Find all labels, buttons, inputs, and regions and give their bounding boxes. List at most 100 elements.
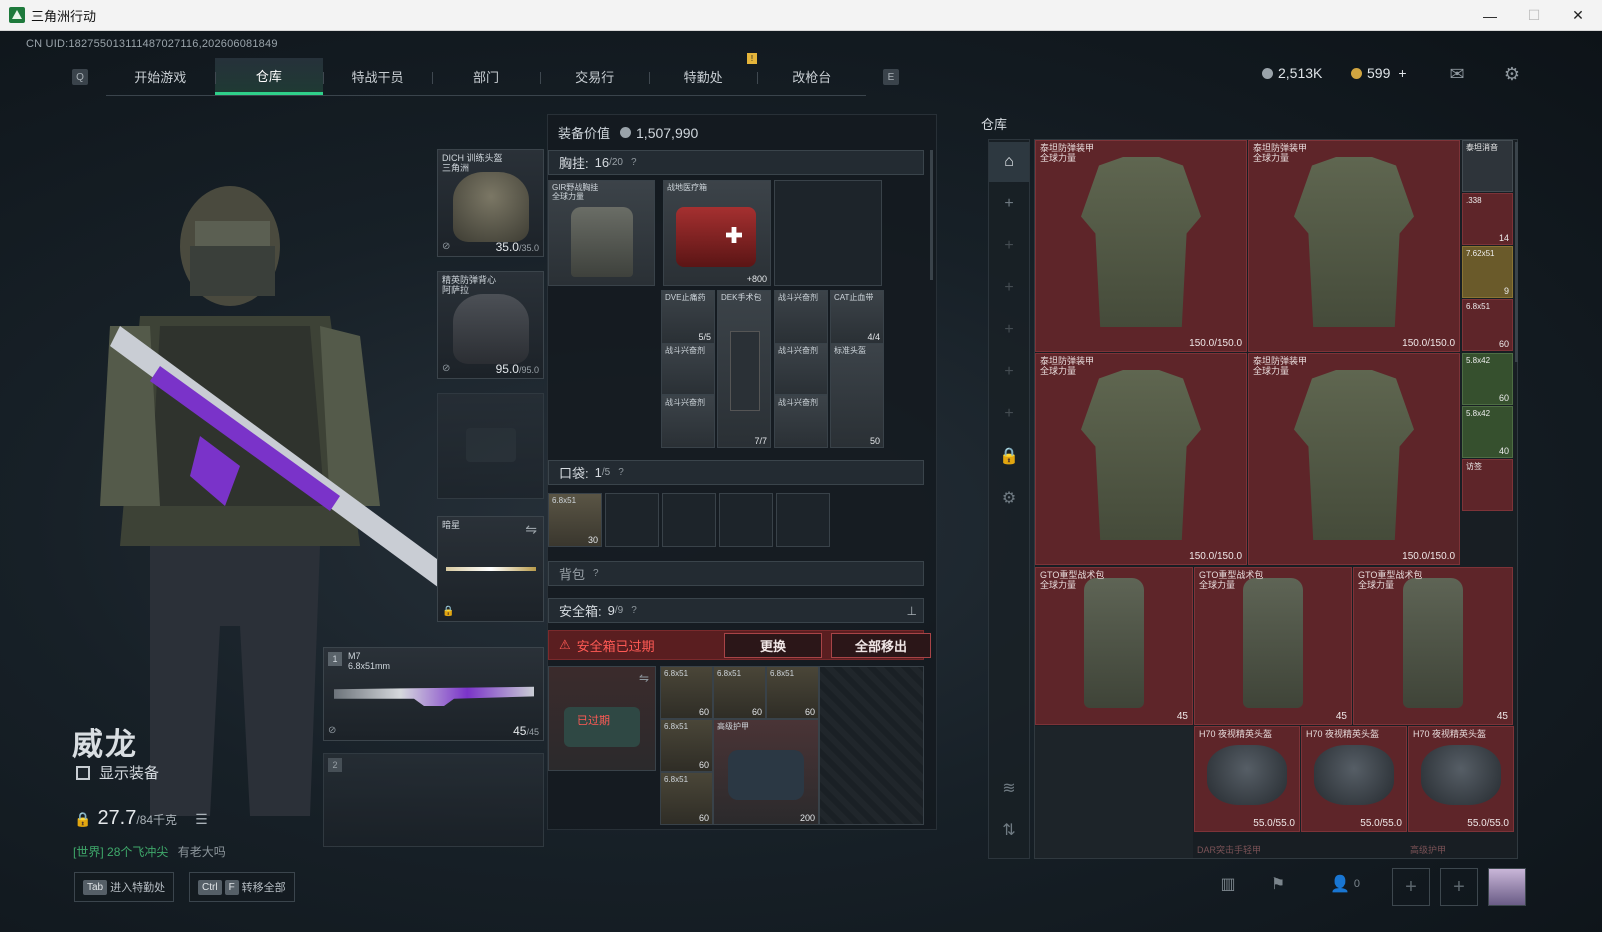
pocket-item[interactable]: 6.8x51 30 [548, 493, 602, 547]
cell-name: 战斗兴奋剂 [778, 398, 818, 407]
m7-rifle-image [334, 686, 534, 706]
tab-warehouse[interactable]: 仓库 [214, 58, 324, 95]
stats-chart-icon[interactable]: ▥ [1212, 868, 1244, 900]
warehouse-item-card[interactable]: 访签 [1462, 459, 1513, 511]
add-page-icon[interactable]: + [989, 352, 1029, 392]
safebox-bag[interactable]: 高级护甲 200 [713, 719, 819, 825]
mail-icon[interactable]: ✉ [1445, 64, 1469, 84]
add-squad-slot[interactable]: + [1440, 868, 1478, 906]
secondary-weapon-slot[interactable]: 2 [323, 753, 544, 847]
gold-currency[interactable]: 599 + [1351, 65, 1407, 81]
rig-cell-stim[interactable]: 战斗兴奋剂 [661, 343, 715, 395]
rig-cell-tourniquet[interactable]: CAT止血带 4/4 [830, 290, 884, 344]
warehouse-item-nvg-helmet[interactable]: H70 夜视精英头盔 55.0/55.0 [1194, 726, 1300, 832]
transfer-all-button[interactable]: Ctrl F 转移全部 [189, 872, 295, 902]
remove-all-button[interactable]: 全部移出 [831, 633, 931, 658]
vest-image [1081, 370, 1201, 540]
warehouse-item-ammo[interactable]: 5.8x42 40 [1462, 406, 1513, 458]
melee-slot[interactable]: 暗星 ⇋ 🔒 [437, 516, 544, 622]
tab-trading[interactable]: 交易行 [540, 58, 649, 95]
primary-weapon-slot[interactable]: 1 M7 6.8x51mm ⊘ 45/45 [323, 647, 544, 741]
layers-icon[interactable]: ≋ [989, 768, 1029, 808]
safebox-ammo[interactable]: 6.8x51 60 [660, 719, 713, 772]
rig-cell-painkiller[interactable]: DVE止痛药 5/5 [661, 290, 715, 344]
pocket-empty-slot[interactable] [776, 493, 830, 547]
rig-cell-helmet[interactable]: 标准头盔 50 [830, 343, 884, 448]
tab-gunsmith[interactable]: 改枪台 [757, 58, 866, 95]
safebox-ammo[interactable]: 6.8x51 60 [660, 666, 713, 719]
add-page-icon[interactable]: + [989, 394, 1029, 434]
tab-operators[interactable]: 特战干员 [323, 58, 432, 95]
pocket-empty-slot[interactable] [719, 493, 773, 547]
lock-icon[interactable]: 🔒 [989, 436, 1029, 476]
close-button[interactable]: ✕ [1556, 0, 1600, 31]
enter-special-ops-button[interactable]: Tab 进入特勤处 [74, 872, 175, 902]
warehouse-item-suppressor[interactable]: 泰坦消音 [1462, 140, 1513, 192]
safebox-ammo[interactable]: 6.8x51 60 [713, 666, 766, 719]
show-gear-toggle[interactable]: 显示装备 [76, 762, 159, 783]
safebox-ammo[interactable]: 6.8x51 60 [766, 666, 819, 719]
tab-start-game[interactable]: 开始游戏 [106, 58, 215, 95]
warehouse-item-armor[interactable]: 泰坦防弹装甲 全球力量 150.0/150.0 [1035, 353, 1247, 565]
warehouse-item-armor[interactable]: 泰坦防弹装甲 全球力量 150.0/150.0 [1248, 353, 1460, 565]
minimize-button[interactable]: — [1468, 0, 1512, 31]
add-page-icon[interactable]: + [989, 184, 1029, 224]
rig-empty-slot[interactable] [774, 180, 882, 286]
loadout-scrollbar[interactable] [930, 150, 933, 280]
swap-icon[interactable]: ⇋ [525, 521, 537, 538]
add-page-icon[interactable]: + [989, 268, 1029, 308]
warehouse-item-backpack[interactable]: GTO重型战术包 全球力量 45 [1035, 567, 1193, 725]
pocket-empty-slot[interactable] [605, 493, 659, 547]
warehouse-item-ammo[interactable]: 5.8x42 60 [1462, 353, 1513, 405]
safebox-container[interactable]: 已过期 ⇋ [548, 666, 656, 771]
add-gold-button[interactable]: + [1398, 65, 1406, 81]
helmet-slot[interactable]: DICH 训练头盔 三角洲 ⊘ 35.0/35.0 [437, 149, 544, 257]
rig-cell-stim[interactable]: 战斗兴奋剂 [774, 395, 828, 448]
rig-item[interactable]: GIR野战胸挂 全球力量 [548, 180, 655, 286]
warehouse-home-icon[interactable]: ⌂ [989, 142, 1029, 182]
pocket-help-icon[interactable]: ? [618, 467, 624, 478]
safebox-help-icon[interactable]: ? [631, 605, 637, 616]
tab-department[interactable]: 部门 [431, 58, 541, 95]
rig-cell-stim[interactable]: 战斗兴奋剂 [774, 290, 828, 344]
armor-slot[interactable]: 精英防弹背心 阿萨拉 ⊘ 95.0/95.0 [437, 271, 544, 379]
show-gear-checkbox[interactable] [76, 765, 90, 780]
warehouse-item-ammo[interactable]: .338 14 [1462, 193, 1513, 245]
sort-icon[interactable]: ⇅ [989, 810, 1029, 850]
settings-gear-icon[interactable]: ⚙ [1500, 64, 1524, 84]
settings-gear-icon[interactable]: ⚙ [989, 478, 1029, 518]
rig-cell-stim[interactable]: 战斗兴奋剂 [661, 395, 715, 448]
pin-icon[interactable]: ⊥ [907, 604, 917, 618]
safebox-ammo[interactable]: 6.8x51 60 [660, 772, 713, 825]
medkit-item[interactable]: 战地医疗箱 +800 [663, 180, 771, 286]
rig-help-icon[interactable]: ? [631, 157, 637, 168]
warehouse-item-nvg-helmet[interactable]: H70 夜视精英头盔 55.0/55.0 [1301, 726, 1407, 832]
pistol-slot[interactable] [437, 393, 544, 499]
maximize-button[interactable]: ☐ [1512, 0, 1556, 31]
warehouse-item-backpack[interactable]: GTO重型战术包 全球力量 45 [1353, 567, 1513, 725]
friends-icon[interactable]: 👤 0 [1320, 868, 1370, 900]
list-icon[interactable]: ☰ [195, 811, 208, 828]
replace-button[interactable]: 更换 [724, 633, 822, 658]
warehouse-item-armor[interactable]: 泰坦防弹装甲 全球力量 150.0/150.0 [1035, 140, 1247, 352]
rig-cell-stim[interactable]: 战斗兴奋剂 [774, 343, 828, 395]
item-durability: 55.0/55.0 [1360, 818, 1402, 829]
tab-special-ops[interactable]: 特勤处 [648, 58, 758, 95]
warehouse-scrollbar[interactable] [1515, 142, 1518, 362]
pocket-empty-slot[interactable] [662, 493, 716, 547]
add-page-icon[interactable]: + [989, 310, 1029, 350]
warehouse-item-armor[interactable]: 泰坦防弹装甲 全球力量 150.0/150.0 [1248, 140, 1460, 352]
rig-cell-surgery-kit[interactable]: DEK手术包 7/7 [717, 290, 771, 448]
add-squad-slot[interactable]: + [1392, 868, 1430, 906]
swap-icon[interactable]: ⇋ [639, 671, 649, 685]
world-chat[interactable]: [世界] 28个飞冲尖 有老大吗 [73, 843, 226, 860]
friends-count: 0 [1353, 878, 1361, 890]
warehouse-item-ammo[interactable]: 7.62x51 9 [1462, 246, 1513, 298]
warehouse-item-nvg-helmet[interactable]: H70 夜视精英头盔 55.0/55.0 [1408, 726, 1514, 832]
add-page-icon[interactable]: + [989, 226, 1029, 266]
backpack-help-icon[interactable]: ? [593, 568, 599, 579]
flag-icon[interactable]: ⚑ [1262, 868, 1294, 900]
player-avatar[interactable] [1488, 868, 1526, 906]
warehouse-item-backpack[interactable]: GTO重型战术包 全球力量 45 [1194, 567, 1352, 725]
warehouse-item-ammo[interactable]: 6.8x51 60 [1462, 299, 1513, 351]
